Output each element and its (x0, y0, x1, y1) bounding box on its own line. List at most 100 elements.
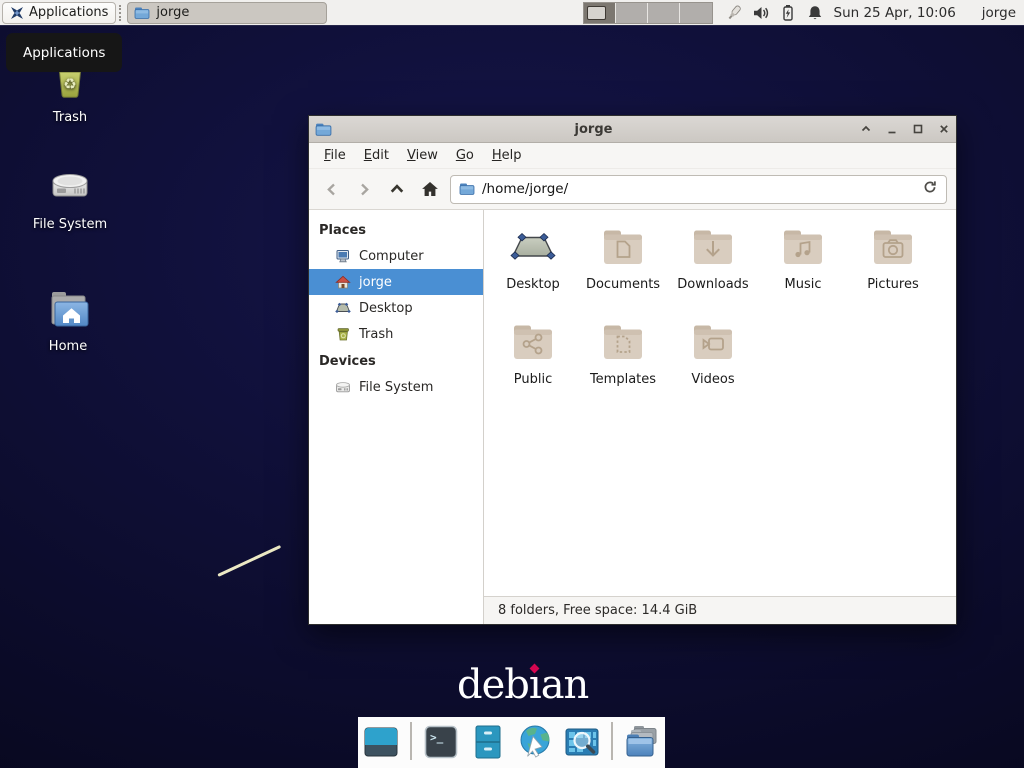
workspace-3[interactable] (648, 3, 680, 23)
folder-label: Pictures (867, 277, 918, 292)
home-button[interactable] (417, 176, 443, 202)
sidebar-item-label: File System (359, 380, 433, 395)
back-button[interactable] (318, 176, 344, 202)
workspace-window-thumbnail (587, 6, 606, 20)
close-icon (938, 123, 950, 135)
workspace-4[interactable] (680, 3, 712, 23)
sidebar-item-desktop[interactable]: Desktop (309, 295, 483, 321)
folder-icon-view[interactable]: Desktop Documents (484, 210, 956, 596)
folder-item-documents[interactable]: Documents (578, 224, 668, 319)
input-device-icon[interactable] (725, 4, 743, 22)
file-manager-folders-icon (622, 723, 662, 761)
folder-item-templates[interactable]: Templates (578, 319, 668, 414)
shade-button[interactable] (859, 123, 872, 136)
minimize-button[interactable] (885, 123, 898, 136)
folder-item-downloads[interactable]: Downloads (668, 224, 758, 319)
forward-button[interactable] (351, 176, 377, 202)
debian-logo: debıan (457, 662, 588, 708)
desktop-icon-home[interactable]: Home (12, 282, 124, 354)
taskbar-window-button[interactable]: jorge (127, 2, 327, 24)
folder-label: Music (785, 277, 822, 292)
reload-button[interactable] (922, 179, 938, 199)
folder-item-desktop[interactable]: Desktop (488, 224, 578, 319)
debian-logo-text: an (541, 662, 589, 708)
folder-label: Templates (590, 372, 656, 387)
hard-drive-icon (45, 162, 95, 212)
audio-volume-icon[interactable] (752, 4, 770, 22)
reload-icon (922, 179, 938, 195)
share-glyph-icon (509, 319, 557, 367)
file-manager-launcher[interactable] (622, 722, 662, 762)
panel-clock[interactable]: Sun 25 Apr, 10:06 (834, 5, 956, 21)
bottom-dock: >_ (358, 717, 665, 768)
folder-label: Documents (586, 277, 660, 292)
menubar: File Edit View Go Help (309, 143, 956, 169)
sidebar-item-label: jorge (359, 275, 392, 290)
toolbar: /home/jorge/ (309, 169, 956, 210)
sidebar-item-jorge[interactable]: jorge (309, 269, 483, 295)
sidebar-item-trash[interactable]: Trash (309, 321, 483, 347)
maximize-icon (912, 123, 924, 135)
notifications-bell-icon[interactable] (806, 4, 824, 22)
applications-menu-button[interactable]: Applications (2, 2, 116, 24)
up-button[interactable] (384, 176, 410, 202)
taskbar-window-label: jorge (156, 5, 189, 20)
path-input[interactable]: /home/jorge/ (450, 175, 947, 204)
xfce-pinwheel-icon (10, 6, 24, 20)
file-cabinet-launcher[interactable] (468, 722, 508, 762)
workspace-pager[interactable] (583, 2, 713, 24)
panel-user-menu[interactable]: jorge (982, 5, 1016, 21)
show-desktop-button[interactable] (361, 722, 401, 762)
maximize-button[interactable] (911, 123, 924, 136)
file-cabinet-icon (469, 723, 507, 761)
window-body: Places Computer jorge (309, 210, 956, 624)
up-icon (388, 180, 406, 198)
video-camera-glyph-icon (689, 319, 737, 367)
folder-label: Desktop (506, 277, 560, 292)
path-folder-icon (459, 181, 475, 197)
system-tray (725, 4, 824, 22)
folder-item-pictures[interactable]: Pictures (848, 224, 938, 319)
dock-separator (410, 722, 412, 760)
window-folder-icon (315, 121, 332, 138)
menu-help[interactable]: Help (483, 144, 531, 167)
web-browser-launcher[interactable] (515, 722, 555, 762)
sidebar-devices-header: Devices (309, 347, 483, 374)
sidebar-places-header: Places (309, 216, 483, 243)
desktop-icon-file-system[interactable]: File System (14, 162, 126, 232)
forward-icon (356, 181, 373, 198)
folder-item-videos[interactable]: Videos (668, 319, 758, 414)
svg-text:>_: >_ (430, 731, 444, 744)
home-folder-icon (42, 282, 94, 334)
desktop-icon-label: File System (33, 217, 107, 232)
menu-file[interactable]: File (315, 144, 355, 167)
blue-folder-icon (134, 5, 150, 21)
svg-text:♻: ♻ (63, 75, 76, 93)
app-finder-launcher[interactable] (562, 722, 602, 762)
applications-menu-label: Applications (29, 5, 108, 20)
file-manager-window: jorge File Edit View Go Help (308, 115, 957, 625)
workspace-1[interactable] (584, 3, 616, 23)
close-button[interactable] (937, 123, 950, 136)
folder-item-public[interactable]: Public (488, 319, 578, 414)
desktop-icon-label: Home (49, 339, 87, 354)
battery-charging-icon[interactable] (779, 4, 797, 22)
minimize-icon (886, 123, 898, 135)
camera-glyph-icon (869, 224, 917, 272)
computer-icon (335, 248, 351, 264)
sidebar: Places Computer jorge (309, 210, 484, 624)
titlebar[interactable]: jorge (309, 116, 956, 143)
home-icon (420, 179, 440, 199)
menu-edit[interactable]: Edit (355, 144, 398, 167)
menu-go[interactable]: Go (447, 144, 483, 167)
trash-icon (335, 326, 351, 342)
terminal-launcher[interactable]: >_ (421, 722, 461, 762)
sidebar-item-file-system[interactable]: File System (309, 374, 483, 400)
sidebar-item-computer[interactable]: Computer (309, 243, 483, 269)
applications-tooltip: Applications (6, 33, 122, 72)
folder-item-music[interactable]: Music (758, 224, 848, 319)
statusbar: 8 folders, Free space: 14.4 GiB (484, 596, 956, 624)
menu-view[interactable]: View (398, 144, 447, 167)
workspace-2[interactable] (616, 3, 648, 23)
sidebar-item-label: Desktop (359, 301, 413, 316)
